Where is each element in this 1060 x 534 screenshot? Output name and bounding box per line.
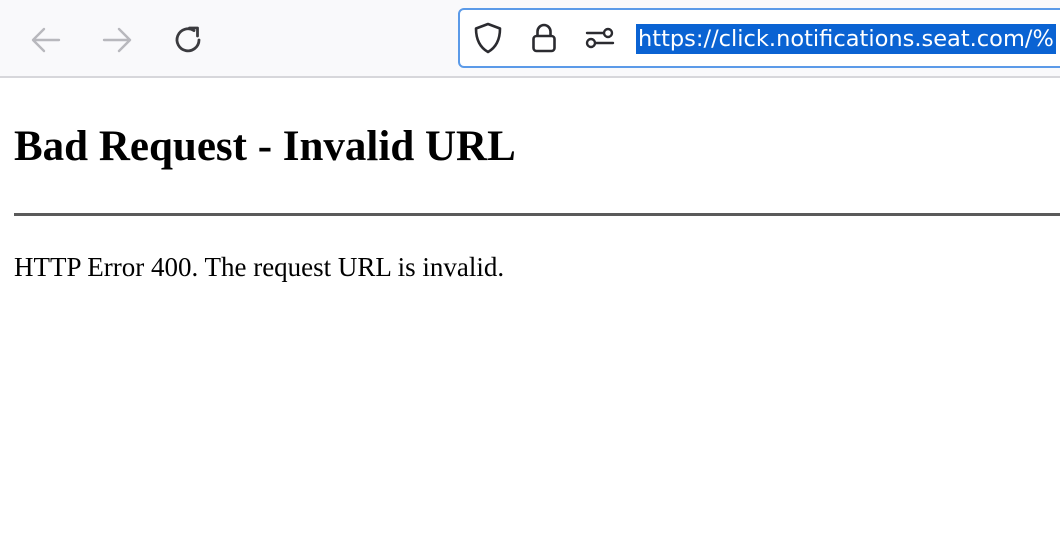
page-title: Bad Request - Invalid URL: [14, 123, 516, 170]
page-content: Bad Request - Invalid URL HTTP Error 400…: [0, 78, 1060, 534]
horizontal-rule: [14, 213, 1060, 216]
forward-button[interactable]: [97, 20, 137, 60]
arrow-left-icon: [31, 27, 61, 53]
shield-icon: [474, 22, 502, 54]
reload-icon: [175, 26, 201, 53]
site-security-button[interactable]: [528, 22, 560, 54]
url-bar[interactable]: https://click.notifications.seat.com/%: [458, 8, 1060, 68]
tracking-protection-button[interactable]: [472, 22, 504, 54]
error-message: HTTP Error 400. The request URL is inval…: [14, 252, 505, 282]
permissions-icon: [585, 27, 615, 49]
back-button[interactable]: [26, 20, 66, 60]
reload-button[interactable]: [169, 20, 209, 60]
permissions-button[interactable]: [584, 22, 616, 54]
browser-toolbar: https://click.notifications.seat.com/%: [0, 0, 1060, 78]
arrow-right-icon: [102, 27, 132, 53]
url-text[interactable]: https://click.notifications.seat.com/%: [636, 24, 1056, 54]
lock-icon: [532, 23, 556, 53]
